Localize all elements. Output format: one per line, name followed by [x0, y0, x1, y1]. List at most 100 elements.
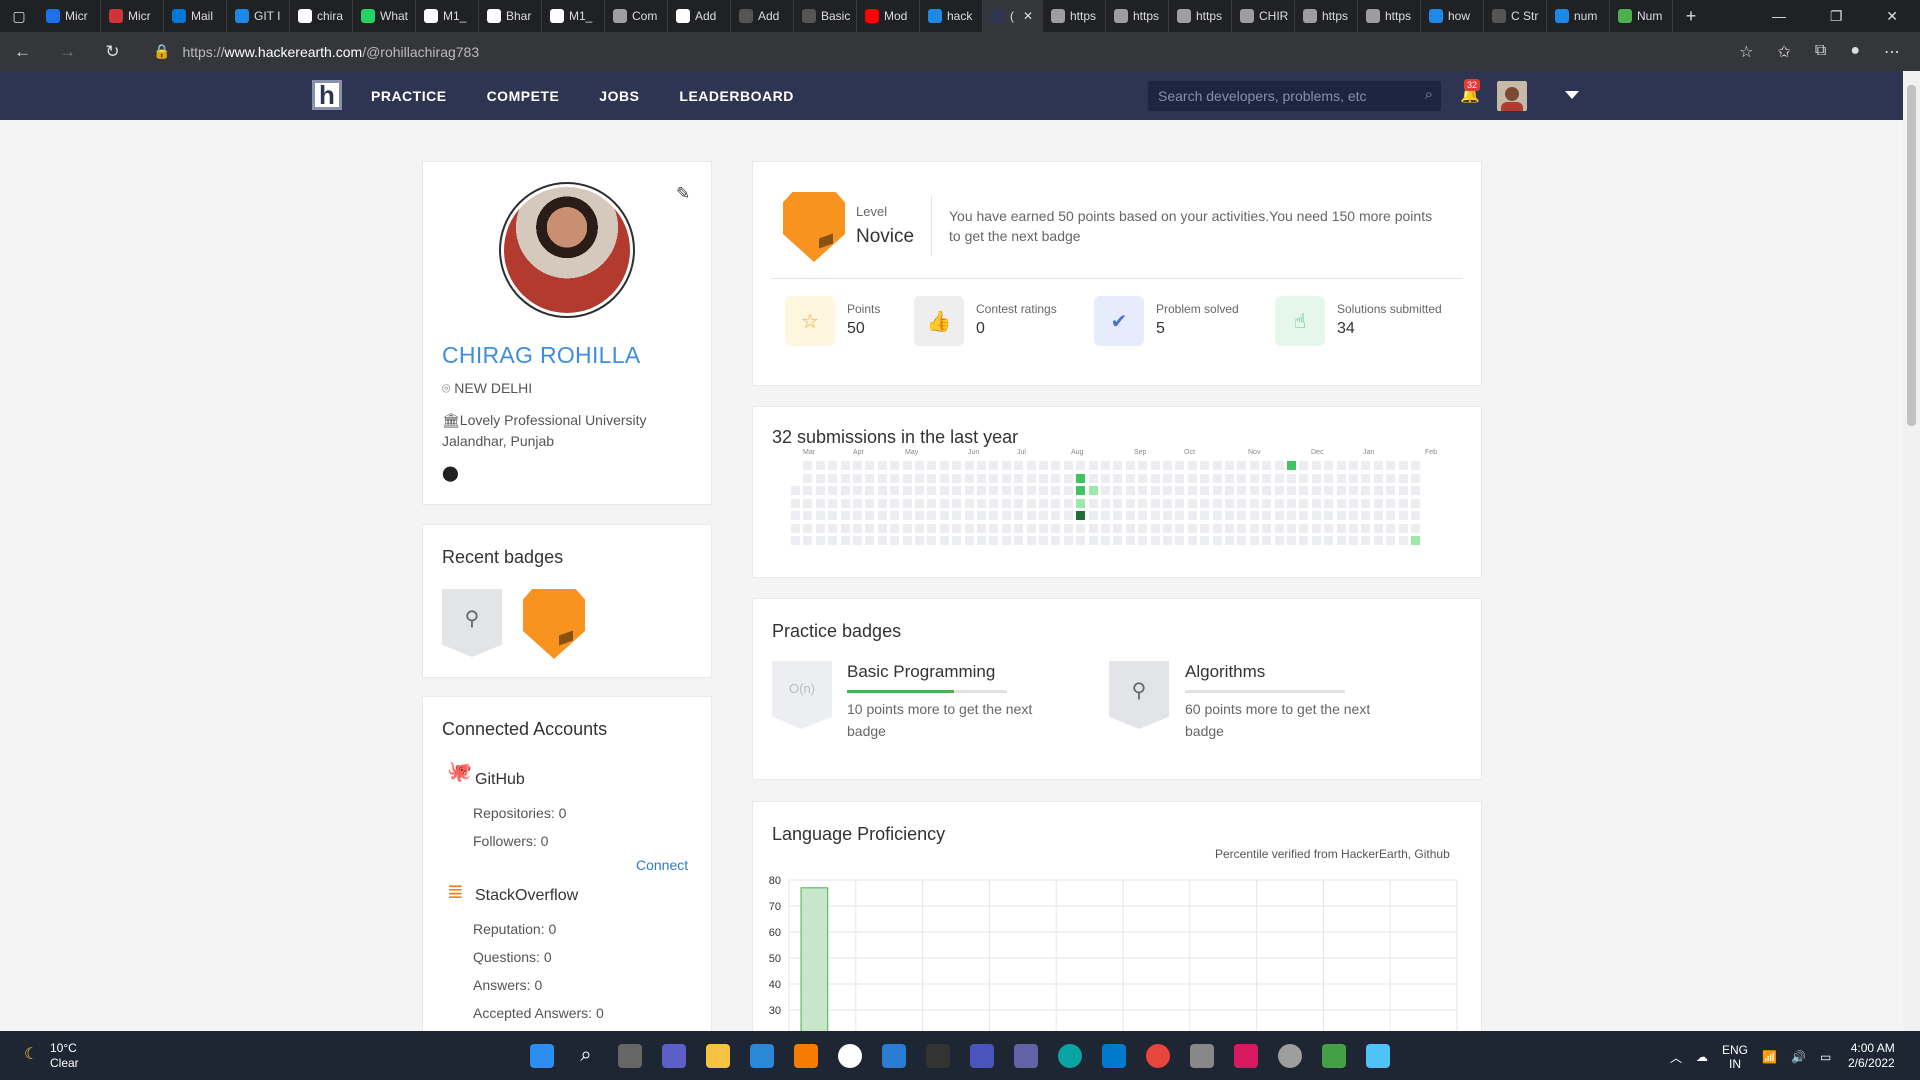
heatmap-cell[interactable] [1249, 473, 1259, 483]
heatmap-cell[interactable] [915, 511, 924, 520]
heatmap-cell[interactable] [1076, 511, 1086, 520]
forward-icon[interactable]: → [45, 42, 90, 62]
heatmap-cell[interactable] [902, 486, 912, 495]
heatmap-cell[interactable] [1212, 461, 1222, 470]
browser-tab[interactable]: Num [1610, 0, 1673, 32]
heatmap-cell[interactable] [1101, 523, 1110, 533]
heatmap-cell[interactable] [1287, 461, 1296, 470]
heatmap-cell[interactable] [815, 536, 825, 545]
heatmap-cell[interactable] [1398, 536, 1408, 545]
heatmap-cell[interactable] [1237, 511, 1247, 520]
heatmap-cell[interactable] [939, 536, 949, 545]
heatmap-cell[interactable] [1125, 498, 1135, 508]
network-status-icon[interactable]: ☁ [1696, 1050, 1708, 1064]
heatmap-cell[interactable] [828, 523, 838, 533]
browser-tab[interactable]: https [1358, 0, 1421, 32]
chrome-icon[interactable] [1146, 1044, 1170, 1068]
heatmap-cell[interactable] [915, 498, 924, 508]
heatmap-cell[interactable] [1349, 498, 1358, 508]
heatmap-cell[interactable] [803, 473, 813, 483]
heatmap-cell[interactable] [1039, 461, 1048, 470]
heatmap-cell[interactable] [1014, 523, 1024, 533]
input-language[interactable]: ENG IN [1722, 1043, 1748, 1071]
heatmap-cell[interactable] [1026, 536, 1036, 545]
heatmap-cell[interactable] [1101, 473, 1110, 483]
heatmap-cell[interactable] [1311, 536, 1321, 545]
heatmap-cell[interactable] [1237, 486, 1247, 495]
start-icon[interactable] [530, 1044, 554, 1068]
heatmap-cell[interactable] [815, 461, 825, 470]
heatmap-cell[interactable] [1175, 523, 1185, 533]
heatmap-cell[interactable] [1237, 498, 1247, 508]
heatmap-cell[interactable] [1287, 486, 1296, 495]
heatmap-cell[interactable] [1287, 523, 1296, 533]
heatmap-cell[interactable] [1237, 461, 1247, 470]
heatmap-cell[interactable] [865, 486, 875, 495]
heatmap-cell[interactable] [1014, 511, 1024, 520]
heatmap-cell[interactable] [1262, 473, 1272, 483]
search-taskbar-icon[interactable]: ⌕ [574, 1044, 598, 1068]
heatmap-cell[interactable] [1398, 473, 1408, 483]
heatmap-cell[interactable] [840, 498, 850, 508]
clock[interactable]: 4:00 AM 2/6/2022 [1848, 1041, 1895, 1071]
heatmap-cell[interactable] [1076, 486, 1086, 495]
heatmap-cell[interactable] [1249, 511, 1259, 520]
heatmap-cell[interactable] [939, 486, 949, 495]
heatmap-cell[interactable] [989, 473, 999, 483]
heatmap-cell[interactable] [1063, 511, 1073, 520]
heatmap-cell[interactable] [977, 498, 986, 508]
heatmap-cell[interactable] [977, 536, 986, 545]
heatmap-cell[interactable] [1187, 536, 1197, 545]
heatmap-cell[interactable] [1274, 511, 1284, 520]
office-icon[interactable] [1322, 1044, 1346, 1068]
heatmap-cell[interactable] [1411, 523, 1420, 533]
heatmap-cell[interactable] [1336, 511, 1346, 520]
heatmap-cell[interactable] [1088, 511, 1098, 520]
heatmap-cell[interactable] [1249, 498, 1259, 508]
heatmap-cell[interactable] [840, 461, 850, 470]
heatmap-cell[interactable] [1237, 523, 1247, 533]
heatmap-cell[interactable] [1262, 511, 1272, 520]
heatmap-cell[interactable] [1324, 523, 1334, 533]
heatmap-cell[interactable] [939, 498, 949, 508]
browser-tab[interactable]: C Str [1484, 0, 1547, 32]
weather-widget[interactable]: ☾ 10°C Clear [20, 1041, 79, 1071]
heatmap-cell[interactable] [1287, 498, 1296, 508]
heatmap-cell[interactable] [927, 486, 937, 495]
url-field[interactable]: 🔒 https://www.hackerearth.com/@rohillach… [153, 43, 1739, 60]
heatmap-cell[interactable] [1001, 461, 1011, 470]
todo-icon[interactable] [882, 1044, 906, 1068]
heatmap-cell[interactable] [1088, 461, 1098, 470]
heatmap-cell[interactable] [1076, 498, 1086, 508]
heatmap-cell[interactable] [840, 511, 850, 520]
heatmap-cell[interactable] [815, 511, 825, 520]
heatmap-cell[interactable] [853, 536, 862, 545]
heatmap-cell[interactable] [1225, 473, 1234, 483]
algorithm-badge-icon[interactable]: ⚲ [442, 589, 502, 657]
browser-tab[interactable]: GIT I [227, 0, 290, 32]
heatmap-cell[interactable] [1311, 473, 1321, 483]
browser-tab[interactable]: CHIR [1232, 0, 1295, 32]
heatmap-cell[interactable] [1287, 473, 1296, 483]
heatmap-cell[interactable] [1336, 498, 1346, 508]
heatmap-cell[interactable] [1113, 523, 1123, 533]
heatmap-cell[interactable] [1101, 511, 1110, 520]
heatmap-cell[interactable] [964, 511, 974, 520]
heatmap-cell[interactable] [1411, 511, 1420, 520]
heatmap-cell[interactable] [853, 511, 862, 520]
browser-tab[interactable]: Basic [794, 0, 857, 32]
heatmap-cell[interactable] [1299, 486, 1309, 495]
heatmap-cell[interactable] [840, 473, 850, 483]
tab-actions-icon[interactable]: ▢ [0, 8, 38, 25]
heatmap-cell[interactable] [1274, 461, 1284, 470]
browser-tab[interactable]: Add [668, 0, 731, 32]
heatmap-cell[interactable] [1138, 461, 1148, 470]
heatmap-cell[interactable] [1237, 536, 1247, 545]
heatmap-cell[interactable] [927, 523, 937, 533]
heatmap-cell[interactable] [1336, 473, 1346, 483]
heatmap-cell[interactable] [853, 523, 862, 533]
heatmap-cell[interactable] [1386, 473, 1396, 483]
hackerearth-logo[interactable]: h [312, 80, 342, 110]
heatmap-cell[interactable] [989, 523, 999, 533]
heatmap-cell[interactable] [803, 498, 813, 508]
